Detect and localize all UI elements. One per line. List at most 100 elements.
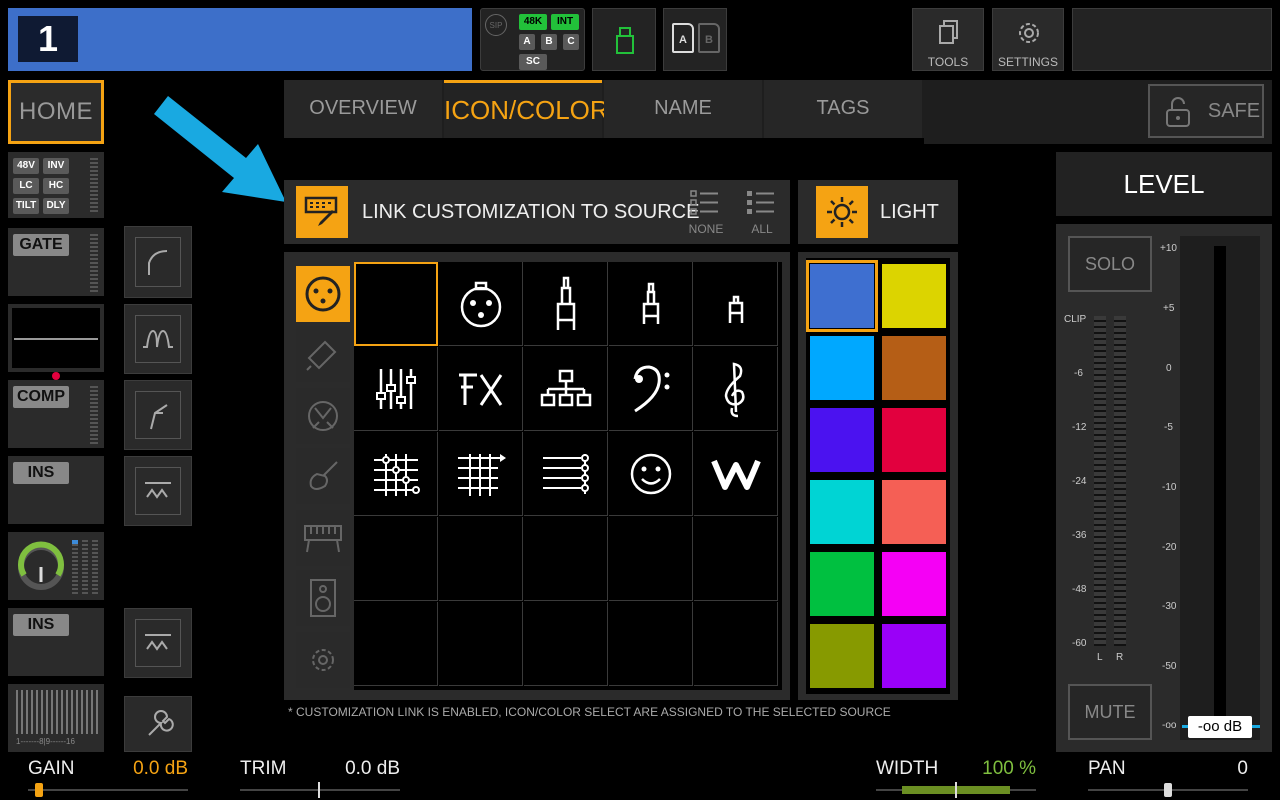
icon-cell-blank[interactable] (439, 517, 523, 601)
icon-cell-w-logo[interactable] (694, 432, 778, 516)
meter-scale-label: -48 (1072, 584, 1087, 595)
settings-button[interactable]: SETTINGS (992, 8, 1064, 71)
gate-curve-button[interactable] (124, 226, 192, 298)
icon-cell-blank[interactable] (439, 602, 523, 686)
light-toggle-button[interactable] (816, 186, 868, 238)
tab-icon-color[interactable]: ICON/COLOR (444, 80, 609, 138)
color-swatch[interactable] (810, 336, 874, 400)
gain-slider-thumb[interactable] (35, 783, 43, 797)
category-speakers[interactable] (296, 570, 350, 626)
category-keyboards[interactable] (296, 510, 350, 566)
width-slider-thumb[interactable] (955, 782, 957, 798)
icon-cell-treble-clef[interactable] (694, 347, 778, 431)
icon-cell-blank[interactable] (694, 602, 778, 686)
pan-value: 0 (1237, 758, 1248, 779)
eq-panel[interactable] (8, 304, 104, 372)
insert-panel-1[interactable]: INS (8, 456, 104, 524)
color-swatch[interactable] (882, 408, 946, 472)
dynamics-knob-icon (18, 541, 64, 590)
lines-icon (542, 453, 589, 494)
color-swatch[interactable] (810, 624, 874, 688)
sends-panel[interactable]: 1-------8|9------16 (8, 684, 104, 752)
icon-cell-jack-large[interactable] (524, 262, 608, 346)
color-swatch[interactable] (882, 552, 946, 616)
meter-r-label: R (1116, 652, 1124, 663)
home-button[interactable]: HOME (8, 80, 104, 144)
icon-cell-blank[interactable] (694, 517, 778, 601)
channel-name-bar[interactable]: 1 (8, 8, 472, 71)
icon-cell-blank[interactable] (354, 602, 438, 686)
color-swatch[interactable] (882, 480, 946, 544)
top-right-slot[interactable] (1072, 8, 1272, 71)
sd-card-status[interactable]: A B (663, 8, 727, 71)
insert-panel-2[interactable]: INS (8, 608, 104, 676)
gate-panel[interactable]: GATE (8, 228, 104, 296)
color-swatch[interactable] (882, 264, 946, 328)
icon-cell-blank[interactable] (524, 602, 608, 686)
select-all-button[interactable]: ALL (736, 184, 788, 240)
icon-cell-faders[interactable] (354, 347, 438, 431)
icon-cell-network[interactable] (524, 347, 608, 431)
icon-cell-blank[interactable] (524, 517, 608, 601)
icon-cell-bus-matrix[interactable] (354, 432, 438, 516)
icon-cell-smiley[interactable] (609, 432, 693, 516)
category-settings[interactable] (296, 632, 350, 688)
usb-status[interactable] (592, 8, 656, 71)
utility-button[interactable] (124, 696, 192, 752)
icon-cell-jack-small[interactable] (694, 262, 778, 346)
icon-cell-blank[interactable] (354, 517, 438, 601)
low-cut-chip: LC (13, 178, 39, 194)
icon-cell-fx[interactable] (439, 347, 523, 431)
safe-button[interactable]: SAFE (1148, 84, 1264, 138)
comp-panel[interactable]: COMP (8, 380, 104, 448)
wrench-icon (148, 710, 174, 736)
category-microphones[interactable] (296, 326, 350, 382)
sun-icon (827, 197, 857, 227)
category-guitars[interactable] (296, 448, 350, 504)
fx-icon (458, 373, 502, 406)
comp-curve-button[interactable] (124, 380, 192, 450)
mute-button[interactable]: MUTE (1068, 684, 1152, 740)
icon-cell-flag-lines[interactable] (439, 432, 523, 516)
category-drums[interactable] (296, 388, 350, 444)
dynamics-knob-panel[interactable] (8, 532, 104, 600)
color-swatch[interactable] (882, 336, 946, 400)
color-swatch[interactable] (810, 408, 874, 472)
icon-cell-jack-medium[interactable] (609, 262, 693, 346)
icon-cell-empty[interactable] (354, 262, 438, 346)
tab-tags[interactable]: TAGS (764, 80, 922, 138)
fader-scale-label: -10 (1162, 482, 1177, 493)
fader-value[interactable]: -oo dB (1188, 716, 1252, 738)
gain-slider[interactable] (28, 789, 188, 791)
eq-curve-button[interactable] (124, 304, 192, 374)
category-connectors[interactable] (296, 266, 350, 322)
pan-slider-thumb[interactable] (1164, 783, 1172, 797)
icon-cell-lines[interactable] (524, 432, 608, 516)
color-swatch[interactable] (810, 480, 874, 544)
fader-scale-label: +10 (1160, 243, 1177, 254)
color-swatch[interactable] (810, 552, 874, 616)
solo-button[interactable]: SOLO (1068, 236, 1152, 292)
icon-cell-xlr[interactable] (439, 262, 523, 346)
trim-label: TRIM (240, 758, 287, 779)
tab-overview[interactable]: OVERVIEW (284, 80, 442, 138)
trim-slider[interactable] (240, 789, 400, 791)
tab-name[interactable]: NAME (604, 80, 762, 138)
select-none-button[interactable]: NONE (680, 184, 732, 240)
gate-curve-icon (148, 250, 168, 275)
icon-cell-blank[interactable] (609, 517, 693, 601)
chip-b: B (541, 34, 557, 50)
safe-label: SAFE (1207, 100, 1261, 122)
insert-button-1[interactable] (124, 456, 192, 526)
tools-button[interactable]: TOOLS (912, 8, 984, 71)
insert-button-2[interactable] (124, 608, 192, 678)
insert-label-1: INS (13, 462, 69, 484)
preamp-panel[interactable]: 48V INV LC HC TILT DLY (8, 152, 104, 218)
trim-slider-thumb[interactable] (318, 782, 320, 798)
link-toggle-button[interactable] (296, 186, 348, 238)
color-swatch[interactable] (882, 624, 946, 688)
fader-track[interactable] (1180, 236, 1260, 740)
icon-cell-bass-clef[interactable] (609, 347, 693, 431)
icon-cell-blank[interactable] (609, 602, 693, 686)
meter-l-label: L (1097, 652, 1103, 663)
